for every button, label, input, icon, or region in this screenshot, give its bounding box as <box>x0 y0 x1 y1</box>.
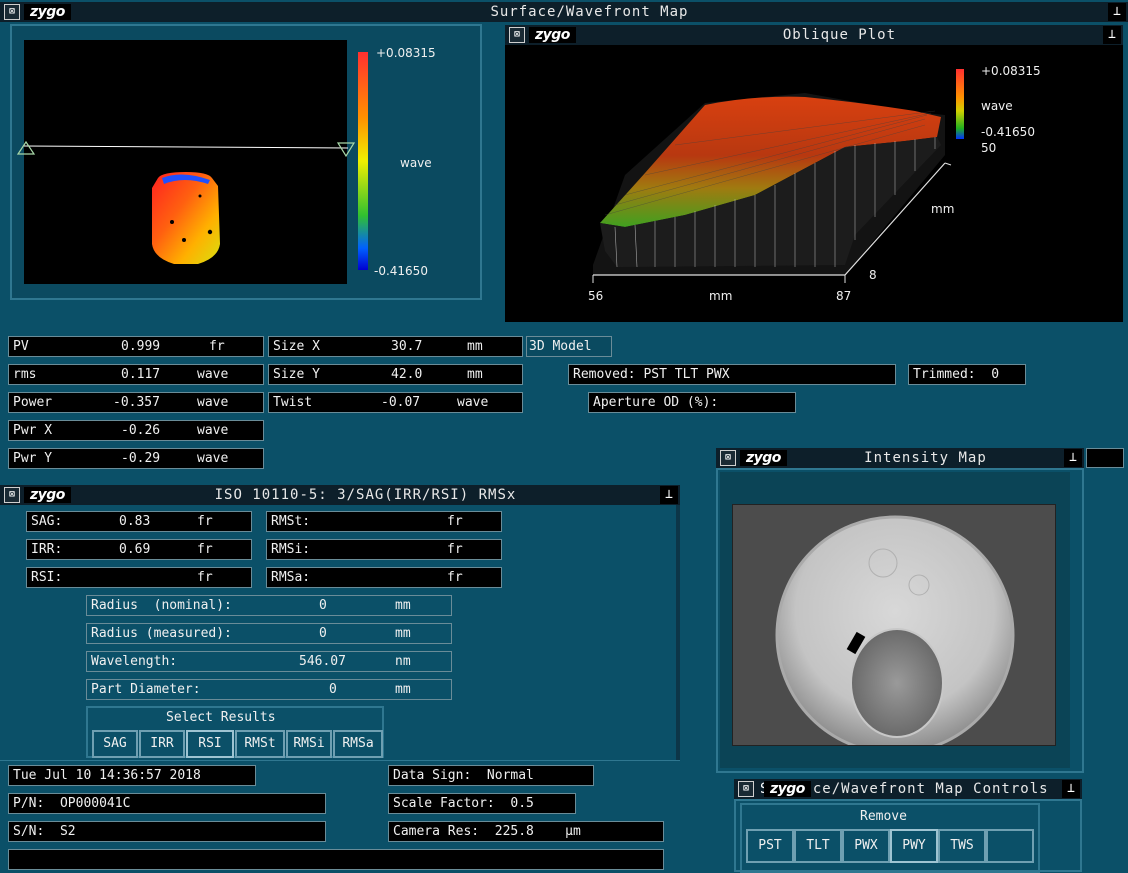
oblique-unit-label: wave <box>981 99 1013 113</box>
controls-title: ce/Wavefront Map Controls <box>812 781 1049 797</box>
radius-measured-field: Radius (measured): 0 mm <box>86 623 452 644</box>
surface-unit-label: wave <box>400 156 432 170</box>
pin-icon[interactable]: ⊥ <box>1103 26 1121 44</box>
close-icon[interactable]: ⊠ <box>720 450 736 466</box>
rmsa-field: RMSa: fr <box>266 567 502 588</box>
sag-field: SAG: 0.83 fr <box>26 511 252 532</box>
remove-pwx-button[interactable]: PWX <box>842 829 890 863</box>
pv-field: PV 0.999 fr <box>8 336 264 357</box>
intensity-panel <box>716 468 1084 773</box>
remove-extra-button[interactable] <box>986 829 1034 863</box>
oblique-max-label: +0.08315 <box>981 64 1041 78</box>
pin-icon[interactable]: ⊥ <box>660 486 678 504</box>
remove-tlt-button[interactable]: TLT <box>794 829 842 863</box>
surface-max-label: +0.08315 <box>376 46 436 60</box>
iso-title-bar: ⊠ zygo ISO 10110-5: 3/SAG(IRR/RSI) RMSx … <box>0 485 680 505</box>
size-x-field: Size X 30.7 mm <box>268 336 523 357</box>
controls-title-bar: ⊠ S zygo ce/Wavefront Map Controls ⊥ <box>734 779 1082 799</box>
oblique-title-bar: ⊠ zygo Oblique Plot ⊥ <box>505 25 1123 45</box>
aperture-field: Aperture OD (%): <box>588 392 796 413</box>
rsi-select-button[interactable]: RSI <box>186 730 234 758</box>
oblique-min-label: -0.41650 <box>981 125 1035 139</box>
oblique-title: Oblique Plot <box>782 27 897 43</box>
power-field: Power -0.357 wave <box>8 392 264 413</box>
pin-icon[interactable]: ⊥ <box>1064 449 1082 467</box>
pwr-y-field: Pwr Y -0.29 wave <box>8 448 264 469</box>
oblique-plot-canvas: +0.08315 wave -0.41650 50 mm 8 56 mm 87 <box>505 45 1123 322</box>
zygo-logo: zygo <box>763 781 811 797</box>
axis-y-top-label: 50 <box>981 141 997 155</box>
axis-x-unit-label: mm <box>709 289 733 303</box>
window-title: Surface/Wavefront Map <box>490 4 689 20</box>
irr-select-button[interactable]: IRR <box>139 730 185 758</box>
part-diameter-field: Part Diameter: 0 mm <box>86 679 452 700</box>
zygo-logo: zygo <box>529 27 576 43</box>
wavelength-field: Wavelength: 546.07 nm <box>86 651 452 672</box>
surface-map-panel: +0.08315 wave -0.41650 <box>10 24 482 300</box>
intensity-title-bar: ⊠ zygo Intensity Map ⊥ <box>716 448 1084 468</box>
sag-select-button[interactable]: SAG <box>92 730 138 758</box>
part-number-field: P/N: OP000041C <box>8 793 326 814</box>
rmsi-select-button[interactable]: RMSi <box>286 730 332 758</box>
axis-x-right-label: 87 <box>836 289 852 303</box>
removed-field: Removed: PST TLT PWX <box>568 364 896 385</box>
close-icon[interactable]: ⊠ <box>738 781 754 797</box>
remove-tws-button[interactable]: TWS <box>938 829 986 863</box>
surface-min-label: -0.41650 <box>374 264 428 278</box>
intensity-title: Intensity Map <box>864 450 987 466</box>
color-bar <box>358 52 368 270</box>
pin-icon[interactable]: ⊥ <box>1108 3 1126 21</box>
zygo-logo: zygo <box>24 487 71 503</box>
trimmed-field: Trimmed: 0 <box>908 364 1026 385</box>
remove-pwy-button[interactable]: PWY <box>890 829 938 863</box>
select-results-label: Select Results <box>166 710 276 725</box>
3d-model-button[interactable]: 3D Model <box>526 336 612 357</box>
axis-x-left-label: 56 <box>588 289 604 303</box>
rmsi-field: RMSi: fr <box>266 539 502 560</box>
close-icon[interactable]: ⊠ <box>4 4 20 20</box>
datetime-field: Tue Jul 10 14:36:57 2018 <box>8 765 256 786</box>
size-y-field: Size Y 42.0 mm <box>268 364 523 385</box>
empty-status-field <box>8 849 664 870</box>
axis-y-bottom-label: 8 <box>869 268 877 282</box>
zygo-logo: zygo <box>740 450 787 466</box>
cursor-right-marker <box>336 142 356 158</box>
rms-field: rms 0.117 wave <box>8 364 264 385</box>
remove-pst-button[interactable]: PST <box>746 829 794 863</box>
rmst-select-button[interactable]: RMSt <box>235 730 285 758</box>
controls-panel: Remove PST TLT PWX PWY TWS <box>734 799 1082 873</box>
data-sign-field: Data Sign: Normal <box>388 765 594 786</box>
radius-nominal-field: Radius (nominal): 0 mm <box>86 595 452 616</box>
cursor-left-marker <box>16 140 36 155</box>
rmst-field: RMSt: fr <box>266 511 502 532</box>
intensity-side-strip <box>1086 448 1124 468</box>
remove-label: Remove <box>860 809 907 824</box>
oblique-color-bar <box>956 69 964 139</box>
zygo-logo: zygo <box>24 4 71 20</box>
pwr-x-field: Pwr X -0.26 wave <box>8 420 264 441</box>
main-title-bar: ⊠ zygo Surface/Wavefront Map ⊥ <box>0 2 1128 22</box>
intensity-image <box>732 504 1056 746</box>
iso-title: ISO 10110-5: 3/SAG(IRR/RSI) RMSx <box>214 487 517 503</box>
scale-factor-field: Scale Factor: 0.5 <box>388 793 576 814</box>
serial-number-field: S/N: S2 <box>8 821 326 842</box>
twist-field: Twist -0.07 wave <box>268 392 523 413</box>
rsi-field: RSI: fr <box>26 567 252 588</box>
rmsa-select-button[interactable]: RMSa <box>333 730 383 758</box>
close-icon[interactable]: ⊠ <box>509 27 525 43</box>
pin-icon[interactable]: ⊥ <box>1062 780 1080 798</box>
irr-field: IRR: 0.69 fr <box>26 539 252 560</box>
iso-panel-frame <box>676 505 680 763</box>
axis-y-unit-label: mm <box>931 202 955 216</box>
close-icon[interactable]: ⊠ <box>4 487 20 503</box>
camera-res-field: Camera Res: 225.8 µm <box>388 821 664 842</box>
